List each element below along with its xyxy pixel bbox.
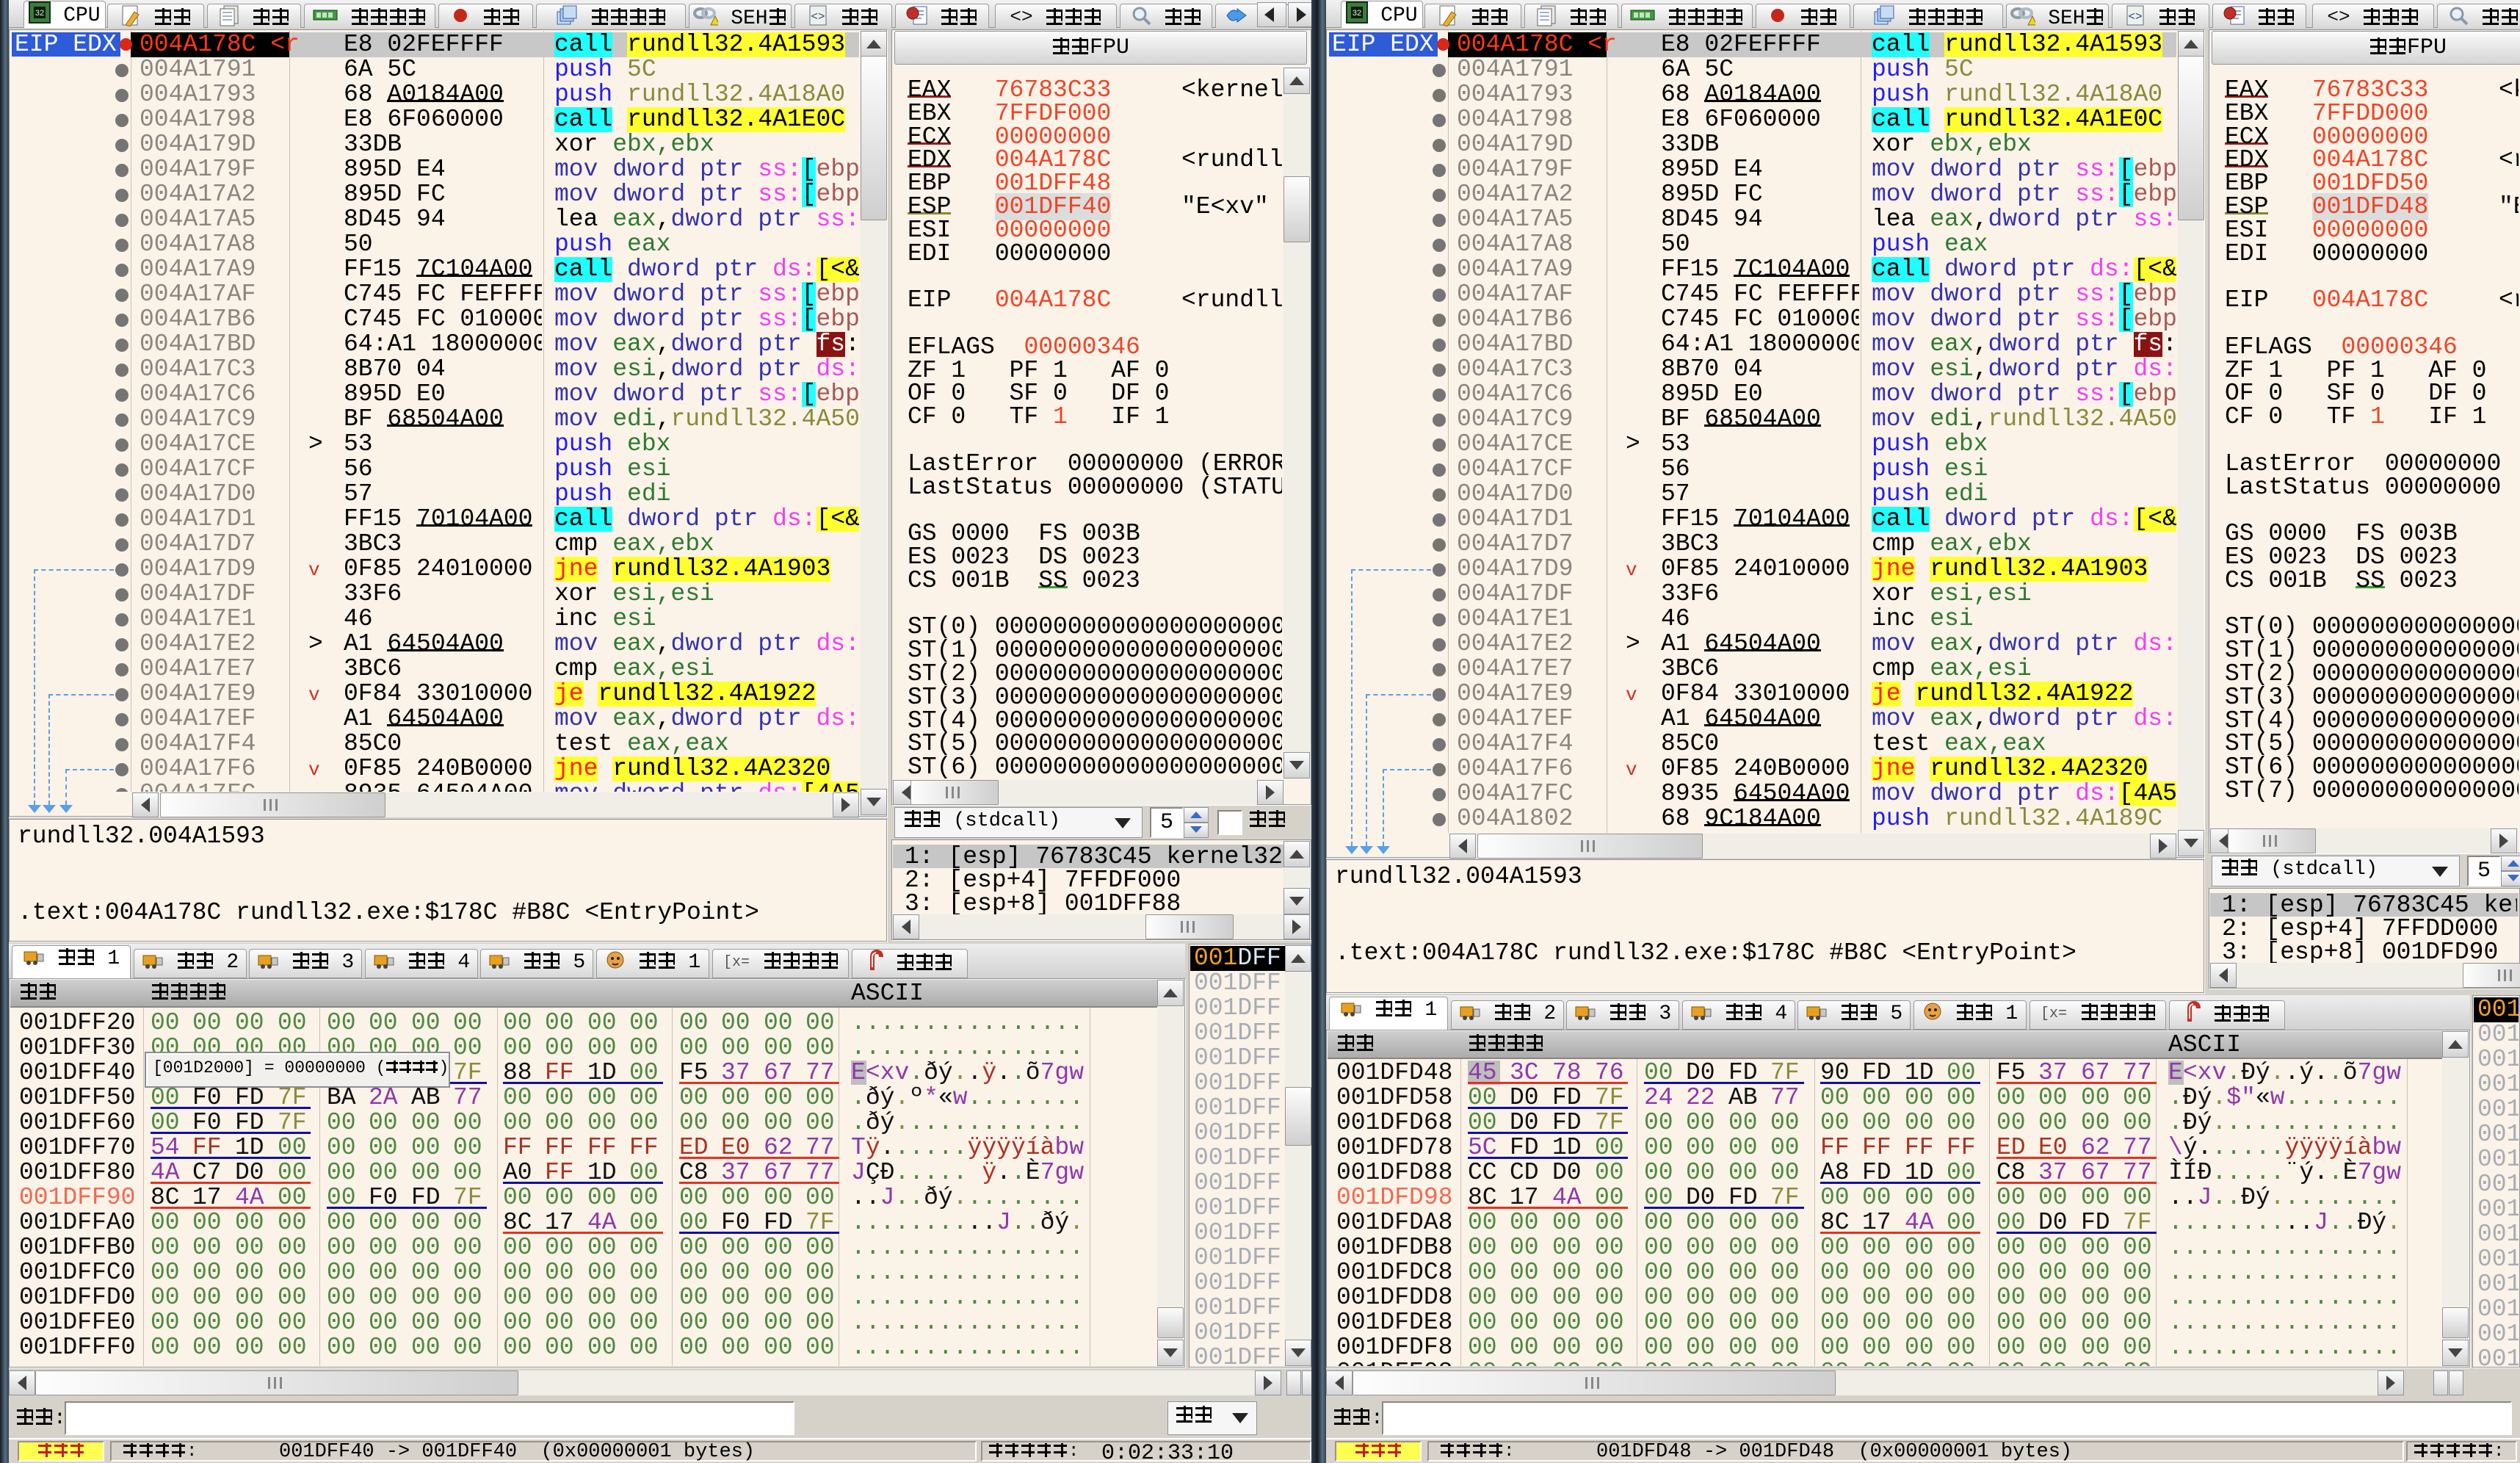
svg-text:<>: <> xyxy=(811,10,825,24)
svg-text:[x=]: [x=] xyxy=(723,954,751,970)
svg-text:[x=]: [x=] xyxy=(2041,1005,2068,1022)
svg-text:<>: <> xyxy=(2327,6,2350,26)
svg-text:<>: <> xyxy=(2128,10,2142,24)
svg-text:32: 32 xyxy=(1353,9,1361,18)
svg-text:32: 32 xyxy=(35,9,44,18)
svg-text:<>: <> xyxy=(1010,6,1032,26)
